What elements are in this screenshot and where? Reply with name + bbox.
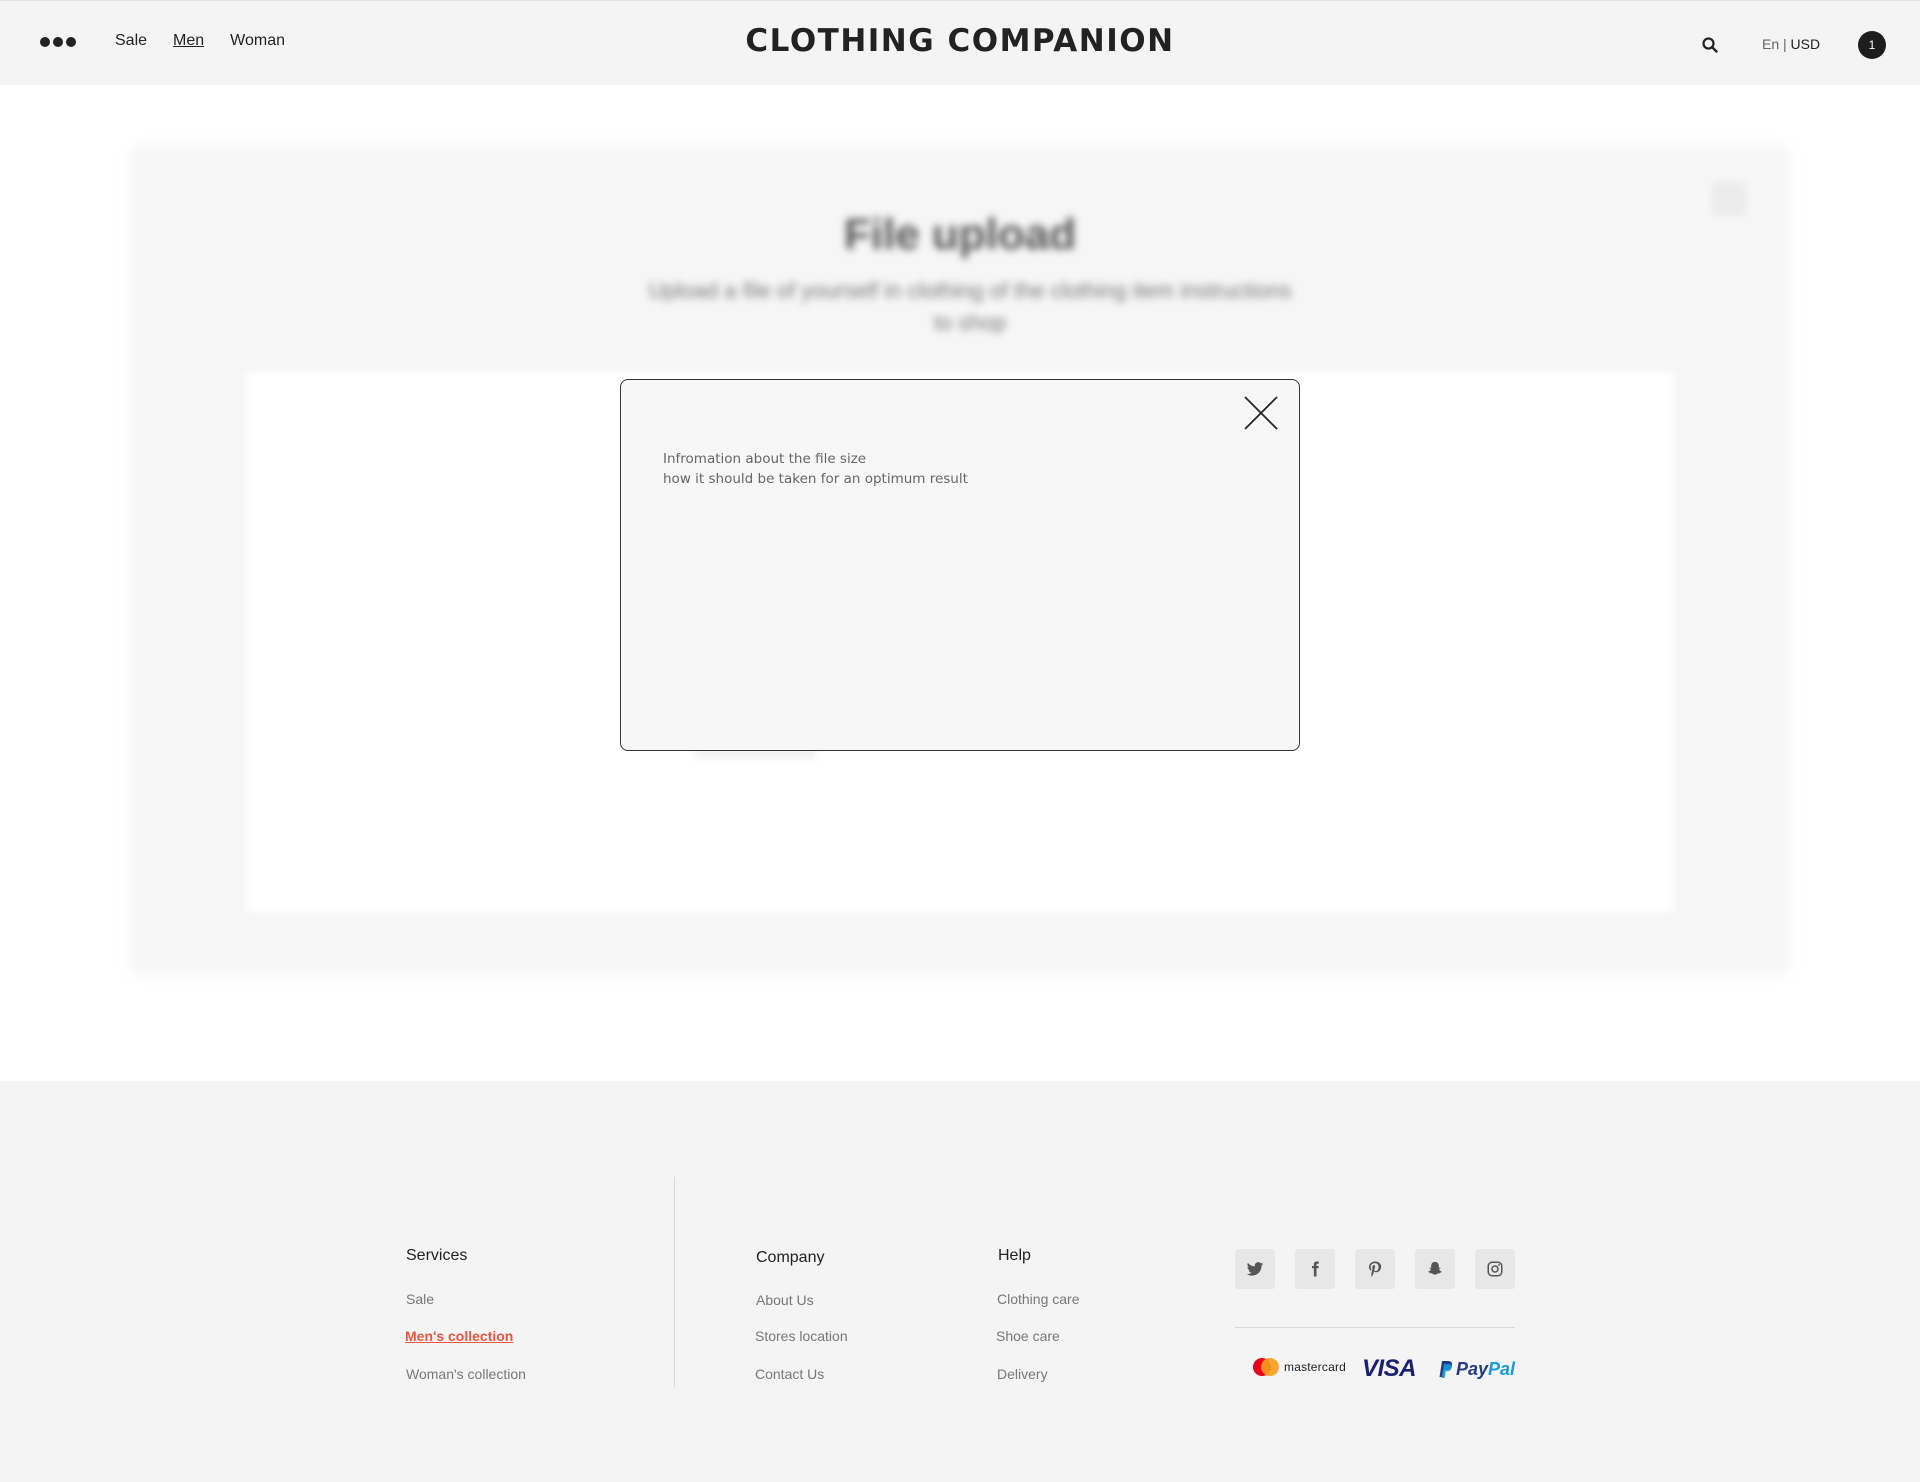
footer-divider <box>674 1177 675 1387</box>
facebook-icon[interactable] <box>1295 1249 1335 1289</box>
paypal-text-pay: Pay <box>1456 1359 1489 1379</box>
footer-link-stores-location[interactable]: Stores location <box>755 1328 848 1344</box>
footer-link-contact-us[interactable]: Contact Us <box>755 1366 824 1382</box>
upload-title: File upload <box>843 210 1077 259</box>
search-icon[interactable] <box>1701 36 1719 54</box>
cart-badge[interactable]: 1 <box>1858 31 1886 59</box>
mastercard-text: mastercard <box>1284 1360 1347 1374</box>
footer-link-mens-collection[interactable]: Men's collection <box>405 1328 513 1344</box>
paypal-p-icon <box>1439 1360 1453 1378</box>
pinterest-icon[interactable] <box>1355 1249 1395 1289</box>
site-header: Sale Men Woman CLOTHING COMPANION En | U… <box>0 0 1920 85</box>
info-modal <box>620 379 1300 751</box>
currency-label: USD <box>1790 36 1821 52</box>
footer-link-shoe-care[interactable]: Shoe care <box>996 1328 1060 1344</box>
footer-link-delivery[interactable]: Delivery <box>997 1366 1048 1382</box>
footer-link-about-us[interactable]: About Us <box>756 1292 814 1308</box>
footer-rule <box>1235 1327 1515 1328</box>
footer-heading-services: Services <box>406 1247 468 1264</box>
footer-link-sale[interactable]: Sale <box>406 1291 434 1307</box>
footer-heading-company: Company <box>756 1249 825 1266</box>
paypal-logo: PayPal <box>1438 1359 1515 1380</box>
visa-text: VISA <box>1362 1355 1417 1382</box>
mastercard-logo: mastercard <box>1252 1357 1346 1377</box>
snapchat-icon[interactable] <box>1415 1249 1455 1289</box>
footer-link-womans-collection[interactable]: Woman's collection <box>406 1366 526 1382</box>
modal-line-2: how it should be taken for an optimum re… <box>663 471 968 487</box>
paypal-text: PayPal <box>1456 1359 1515 1380</box>
footer-heading-help: Help <box>998 1247 1031 1264</box>
modal-info-text: Infromation about the file size how it s… <box>663 449 968 489</box>
instagram-icon[interactable] <box>1475 1249 1515 1289</box>
footer-link-clothing-care[interactable]: Clothing care <box>997 1291 1080 1307</box>
language-currency-selector[interactable]: En | USD <box>1762 36 1820 52</box>
mastercard-circles-icon <box>1253 1358 1279 1376</box>
close-icon[interactable] <box>1243 395 1279 431</box>
modal-line-1: Infromation about the file size <box>663 451 867 467</box>
upload-subtitle: Upload a file of yourself in clothing of… <box>648 278 1292 335</box>
paypal-text-pal: Pal <box>1488 1359 1516 1379</box>
background-close-icon <box>1712 182 1746 216</box>
site-footer <box>0 1081 1920 1482</box>
language-label: En <box>1762 36 1780 52</box>
lang-separator: | <box>1783 36 1787 52</box>
visa-logo: VISA <box>1362 1355 1417 1383</box>
site-logo[interactable]: CLOTHING COMPANION <box>0 23 1920 59</box>
twitter-icon[interactable] <box>1235 1249 1275 1289</box>
